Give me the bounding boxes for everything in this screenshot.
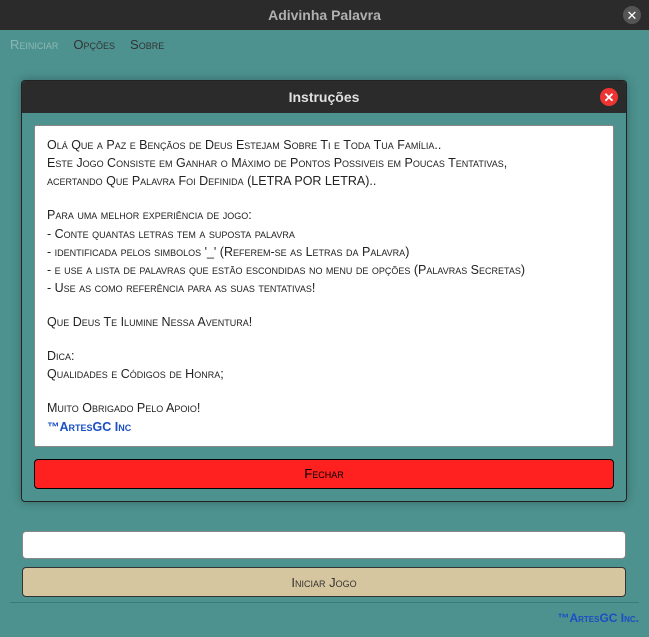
instruction-line: Este Jogo Consiste em Ganhar o Máximo de…	[47, 154, 601, 172]
instruction-line: - Conte quantas letras tem a suposta pal…	[47, 225, 601, 243]
instruction-line: Dica:	[47, 347, 601, 365]
modal-title: Instruções	[289, 89, 360, 105]
fechar-button[interactable]: Fechar	[34, 459, 614, 489]
footer: ™ArtesGC Inc.	[10, 602, 639, 627]
instruction-line: Muito Obrigado Pelo Apoio!	[47, 399, 601, 417]
instruction-line: Para uma melhor experiência de jogo:	[47, 206, 601, 224]
instruction-line: acertando Que Palavra Foi Definida (LETR…	[47, 172, 601, 190]
instruction-line: - e use a lista de palavras que estão es…	[47, 261, 601, 279]
instruction-line: - identificada pelos simbolos '_' (Refer…	[47, 243, 601, 261]
close-icon: ✕	[627, 9, 638, 22]
window-title: Adivinha Palavra	[268, 7, 381, 23]
menu-sobre[interactable]: Sobre	[130, 37, 164, 52]
modal-body: Olá Que a Paz e Bençãos de Deus Estejam …	[22, 113, 626, 501]
menu-reiniciar[interactable]: Reiniciar	[10, 37, 58, 52]
footer-brand: ™ArtesGC Inc.	[557, 611, 639, 625]
instructions-text: Olá Que a Paz e Bençãos de Deus Estejam …	[34, 125, 614, 447]
instruction-line: - Use as como referência para as suas te…	[47, 279, 601, 297]
instructions-modal: Instruções ✕ Olá Que a Paz e Bençãos de …	[21, 80, 627, 502]
modal-header: Instruções ✕	[22, 81, 626, 113]
instruction-line: Olá Que a Paz e Bençãos de Deus Estejam …	[47, 136, 601, 154]
bottom-controls: Iniciar Jogo	[22, 531, 626, 597]
guess-input[interactable]	[22, 531, 626, 559]
close-icon: ✕	[604, 91, 615, 104]
instruction-line: Qualidades e Códigos de Honra;	[47, 365, 601, 383]
signature-link[interactable]: ™ArtesGC Inc	[47, 418, 601, 436]
instruction-line: Que Deus Te Ilumine Nessa Aventura!	[47, 313, 601, 331]
window-titlebar: Adivinha Palavra ✕	[0, 0, 649, 30]
modal-close-button[interactable]: ✕	[600, 88, 618, 106]
iniciar-jogo-button[interactable]: Iniciar Jogo	[22, 567, 626, 597]
menubar: Reiniciar Opções Sobre	[0, 30, 649, 58]
menu-opcoes[interactable]: Opções	[73, 37, 115, 52]
window-close-button[interactable]: ✕	[623, 6, 641, 24]
